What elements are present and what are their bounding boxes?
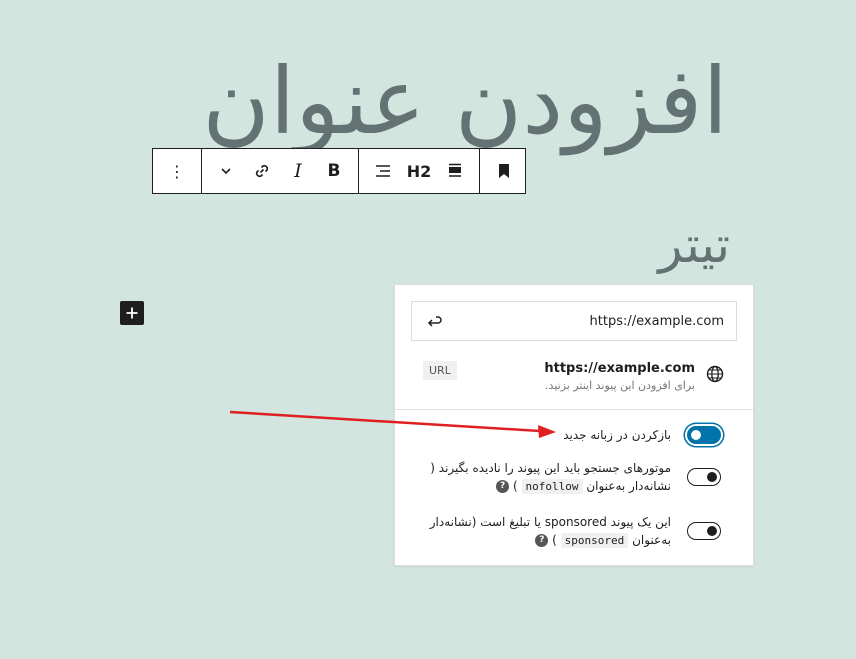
block-type-button[interactable] (437, 149, 473, 193)
help-icon[interactable]: ? (496, 480, 510, 493)
plus-icon (126, 307, 138, 319)
suggestion-title: https://example.com (544, 361, 695, 376)
more-formats-button[interactable] (208, 149, 244, 193)
setting-label: بازکردن در زبانه جدید (563, 428, 671, 442)
align-right-icon (376, 165, 390, 177)
toggle-knob (691, 429, 701, 440)
italic-button[interactable]: I (280, 149, 316, 193)
bold-button[interactable]: B (316, 149, 352, 193)
setting-nofollow: موتورهای جستجو باید این پیوند را نادیده … (411, 459, 737, 499)
add-block-button[interactable] (120, 301, 144, 325)
help-icon[interactable]: ? (535, 534, 549, 547)
heading-block-text[interactable]: تیتر (658, 212, 730, 278)
link-button[interactable] (244, 149, 280, 193)
setting-label-suffix: ) (552, 533, 557, 547)
toolbar-group-block: H2 (359, 149, 480, 193)
nofollow-toggle[interactable] (687, 468, 721, 486)
link-icon (255, 164, 269, 178)
submit-link-button[interactable] (424, 311, 444, 331)
setting-label-suffix: ) (513, 479, 518, 493)
toggle-knob (707, 525, 717, 536)
open-new-tab-toggle[interactable] (687, 426, 721, 444)
toggle-knob (707, 471, 717, 482)
chevron-down-icon (221, 168, 231, 175)
block-toolbar: ⋮ I B H2 (152, 148, 526, 194)
link-suggestion[interactable]: URL https://example.com برای افزودن این … (411, 357, 737, 397)
globe-icon (706, 365, 724, 383)
bookmark-button[interactable] (486, 149, 522, 193)
heading-block-icon (449, 163, 461, 177)
enter-icon (427, 316, 442, 327)
setting-label-text: این یک پیوند sponsored یا تبلیغ است (نشا… (429, 515, 671, 547)
post-title[interactable]: افزودن عنوان (202, 42, 728, 162)
popover-divider (395, 409, 753, 410)
setting-sponsored: این یک پیوند sponsored یا تبلیغ است (نشا… (411, 513, 737, 553)
link-popover: URL https://example.com برای افزودن این … (394, 284, 754, 566)
url-input[interactable] (474, 313, 724, 329)
sponsored-code: sponsored (560, 533, 629, 548)
toolbar-group-options: ⋮ (153, 149, 202, 193)
setting-label: این یک پیوند sponsored یا تبلیغ است (نشا… (421, 513, 671, 550)
bookmark-icon (499, 164, 509, 178)
setting-open-new-tab: بازکردن در زبانه جدید (411, 425, 737, 445)
heading-level-button[interactable]: H2 (401, 149, 437, 193)
nofollow-code: nofollow (521, 479, 583, 494)
toolbar-group-format: I B (202, 149, 359, 193)
url-badge: URL (423, 361, 457, 380)
more-options-button[interactable]: ⋮ (159, 149, 195, 193)
sponsored-toggle[interactable] (687, 522, 721, 540)
setting-label: موتورهای جستجو باید این پیوند را نادیده … (421, 459, 671, 496)
align-button[interactable] (365, 149, 401, 193)
toolbar-group-bookmark (480, 149, 528, 193)
url-input-container (411, 301, 737, 341)
suggestion-description: برای افزودن این پیوند اینتر بزنید. (545, 379, 695, 392)
